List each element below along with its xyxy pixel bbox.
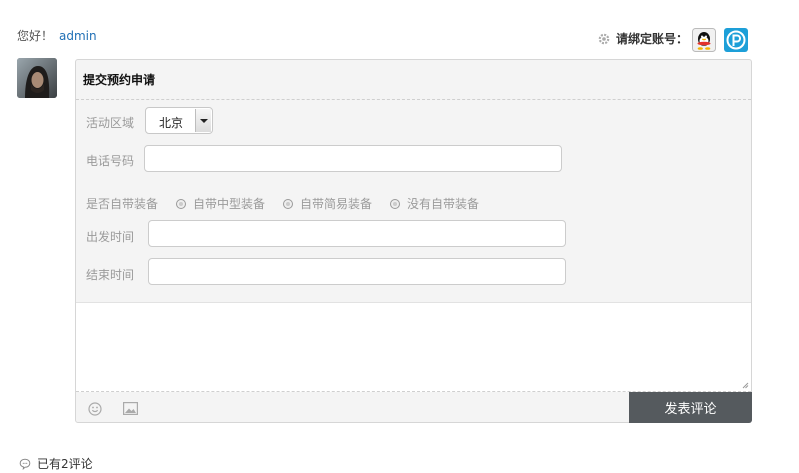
- emoji-icon[interactable]: [88, 402, 102, 416]
- appointment-form-panel: 提交预约申请 活动区域 北京 电话号码 是否自带装备 自带中型装备 自带简易装备…: [75, 59, 752, 423]
- radio-button[interactable]: [283, 198, 294, 209]
- comment-count-text: 已有2评论: [37, 457, 93, 471]
- phone-label: 电话号码: [86, 154, 135, 168]
- bind-account-label: 请绑定账号：: [615, 32, 688, 46]
- p-login-icon[interactable]: [724, 28, 748, 52]
- resize-handle-icon[interactable]: [742, 382, 749, 389]
- greeting-text: 您好！: [17, 29, 54, 43]
- greeting: 您好！ admin: [17, 27, 97, 44]
- depart-time-label: 出发时间: [86, 230, 135, 244]
- area-label: 活动区域: [86, 116, 135, 130]
- depart-time-input[interactable]: [148, 220, 566, 247]
- form-title: 提交预约申请: [76, 60, 751, 100]
- bind-account-row: 请绑定账号：: [597, 30, 688, 47]
- username-link[interactable]: admin: [59, 29, 97, 43]
- equipment-option-label: 自带中型装备: [193, 197, 266, 211]
- chevron-down-icon: [195, 109, 211, 132]
- phone-input[interactable]: [144, 145, 562, 172]
- equipment-option-medium[interactable]: 自带中型装备: [176, 195, 265, 212]
- gear-icon: [598, 33, 610, 44]
- qq-login-icon[interactable]: [692, 28, 716, 52]
- end-time-label: 结束时间: [86, 268, 135, 282]
- equipment-option-none[interactable]: 没有自带装备: [390, 195, 479, 212]
- submit-comment-button[interactable]: 发表评论: [629, 392, 752, 423]
- user-avatar: [17, 58, 57, 98]
- equipment-radio-group: 是否自带装备 自带中型装备 自带简易装备 没有自带装备: [86, 195, 479, 212]
- area-select-value: 北京: [159, 116, 184, 130]
- comment-textarea[interactable]: [76, 302, 751, 392]
- equipment-label: 是否自带装备: [86, 197, 159, 211]
- area-select[interactable]: 北京: [145, 107, 213, 134]
- radio-button[interactable]: [390, 198, 401, 209]
- comment-bubble-icon: [19, 458, 31, 470]
- equipment-option-label: 没有自带装备: [407, 197, 480, 211]
- radio-button[interactable]: [176, 198, 187, 209]
- image-icon[interactable]: [123, 402, 138, 415]
- comment-count: 已有2评论: [19, 455, 93, 472]
- equipment-option-label: 自带简易装备: [300, 197, 373, 211]
- end-time-input[interactable]: [148, 258, 566, 285]
- equipment-option-simple[interactable]: 自带简易装备: [283, 195, 372, 212]
